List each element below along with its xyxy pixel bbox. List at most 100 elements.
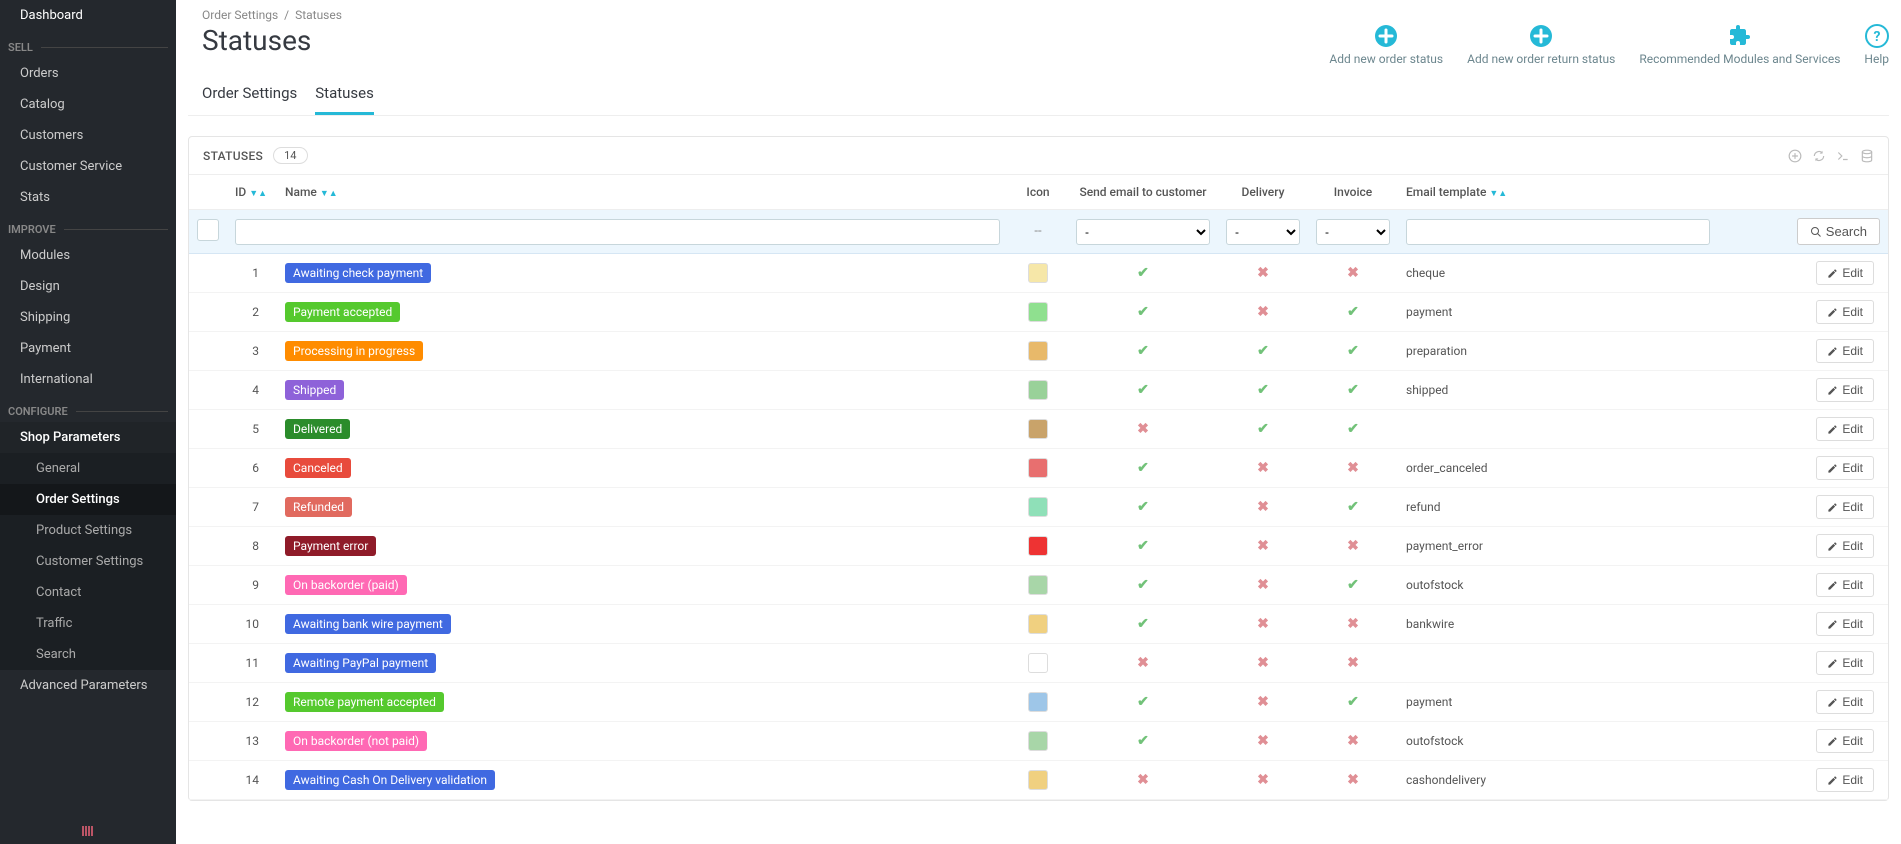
recommended-modules-button[interactable]: Recommended Modules and Services xyxy=(1639,24,1840,66)
database-icon[interactable] xyxy=(1860,149,1874,163)
check-icon[interactable]: ✔ xyxy=(1257,382,1269,398)
search-button[interactable]: Search xyxy=(1797,218,1880,245)
sidebar-item-advanced-parameters[interactable]: Advanced Parameters xyxy=(0,670,176,701)
tab-statuses[interactable]: Statuses xyxy=(315,74,374,115)
x-icon[interactable]: ✖ xyxy=(1347,616,1359,632)
check-icon[interactable]: ✔ xyxy=(1137,694,1149,710)
edit-button[interactable]: Edit xyxy=(1816,417,1874,441)
sidebar-sub-contact[interactable]: Contact xyxy=(0,577,176,608)
sidebar-item-customer-service[interactable]: Customer Service xyxy=(0,151,176,182)
edit-button[interactable]: Edit xyxy=(1816,261,1874,285)
check-icon[interactable]: ✔ xyxy=(1137,304,1149,320)
check-icon[interactable]: ✔ xyxy=(1137,343,1149,359)
sidebar-item-catalog[interactable]: Catalog xyxy=(0,89,176,120)
sidebar-item-orders[interactable]: Orders xyxy=(0,58,176,89)
plus-icon[interactable] xyxy=(1788,149,1802,163)
breadcrumb-parent[interactable]: Order Settings xyxy=(202,8,278,22)
check-icon[interactable]: ✔ xyxy=(1137,382,1149,398)
x-icon[interactable]: ✖ xyxy=(1137,655,1149,671)
x-icon[interactable]: ✖ xyxy=(1347,772,1359,788)
check-icon[interactable]: ✔ xyxy=(1137,616,1149,632)
sidebar-sub-order-settings[interactable]: Order Settings xyxy=(0,484,176,515)
edit-button[interactable]: Edit xyxy=(1816,378,1874,402)
add-new-order-status-button[interactable]: Add new order status xyxy=(1329,24,1443,66)
table-row[interactable]: 8 Payment error ✔ ✖ ✖ payment_error Edit xyxy=(189,527,1888,566)
x-icon[interactable]: ✖ xyxy=(1257,499,1269,515)
sidebar-item-customers[interactable]: Customers xyxy=(0,120,176,151)
x-icon[interactable]: ✖ xyxy=(1347,655,1359,671)
check-icon[interactable]: ✔ xyxy=(1347,343,1359,359)
x-icon[interactable]: ✖ xyxy=(1257,733,1269,749)
table-row[interactable]: 5 Delivered ✖ ✔ ✔ Edit xyxy=(189,410,1888,449)
check-icon[interactable]: ✔ xyxy=(1347,304,1359,320)
add-new-order-return-status-button[interactable]: Add new order return status xyxy=(1467,24,1615,66)
x-icon[interactable]: ✖ xyxy=(1347,538,1359,554)
table-row[interactable]: 1 Awaiting check payment ✔ ✖ ✖ cheque Ed… xyxy=(189,254,1888,293)
x-icon[interactable]: ✖ xyxy=(1257,577,1269,593)
sidebar-item-stats[interactable]: Stats xyxy=(0,182,176,213)
x-icon[interactable]: ✖ xyxy=(1347,460,1359,476)
help-button[interactable]: ? Help xyxy=(1864,24,1889,66)
edit-button[interactable]: Edit xyxy=(1816,573,1874,597)
filter-name-input[interactable] xyxy=(235,219,1000,245)
refresh-icon[interactable] xyxy=(1812,149,1826,163)
filter-template-input[interactable] xyxy=(1406,219,1710,245)
check-icon[interactable]: ✔ xyxy=(1137,577,1149,593)
col-id[interactable]: ID xyxy=(235,185,246,199)
tab-order-settings[interactable]: Order Settings xyxy=(202,74,297,115)
edit-button[interactable]: Edit xyxy=(1816,690,1874,714)
x-icon[interactable]: ✖ xyxy=(1347,265,1359,281)
check-icon[interactable]: ✔ xyxy=(1257,421,1269,437)
check-icon[interactable]: ✔ xyxy=(1137,538,1149,554)
edit-button[interactable]: Edit xyxy=(1816,651,1874,675)
table-row[interactable]: 7 Refunded ✔ ✖ ✔ refund Edit xyxy=(189,488,1888,527)
sidebar-sub-general[interactable]: General xyxy=(0,453,176,484)
x-icon[interactable]: ✖ xyxy=(1137,421,1149,437)
x-icon[interactable]: ✖ xyxy=(1257,538,1269,554)
check-icon[interactable]: ✔ xyxy=(1137,265,1149,281)
check-icon[interactable]: ✔ xyxy=(1347,421,1359,437)
edit-button[interactable]: Edit xyxy=(1816,339,1874,363)
sidebar-item-design[interactable]: Design xyxy=(0,271,176,302)
check-icon[interactable]: ✔ xyxy=(1137,499,1149,515)
x-icon[interactable]: ✖ xyxy=(1257,265,1269,281)
check-icon[interactable]: ✔ xyxy=(1257,343,1269,359)
col-name[interactable]: Name xyxy=(285,185,317,199)
sidebar-item-modules[interactable]: Modules xyxy=(0,240,176,271)
table-row[interactable]: 9 On backorder (paid) ✔ ✖ ✔ outofstock E… xyxy=(189,566,1888,605)
sidebar-item-international[interactable]: International xyxy=(0,364,176,395)
x-icon[interactable]: ✖ xyxy=(1257,460,1269,476)
check-icon[interactable]: ✔ xyxy=(1347,694,1359,710)
table-row[interactable]: 2 Payment accepted ✔ ✖ ✔ payment Edit xyxy=(189,293,1888,332)
x-icon[interactable]: ✖ xyxy=(1257,694,1269,710)
filter-delivery-select[interactable]: - xyxy=(1226,219,1300,245)
edit-button[interactable]: Edit xyxy=(1816,729,1874,753)
sidebar-item-shipping[interactable]: Shipping xyxy=(0,302,176,333)
x-icon[interactable]: ✖ xyxy=(1137,772,1149,788)
table-row[interactable]: 13 On backorder (not paid) ✔ ✖ ✖ outofst… xyxy=(189,722,1888,761)
table-row[interactable]: 10 Awaiting bank wire payment ✔ ✖ ✖ bank… xyxy=(189,605,1888,644)
x-icon[interactable]: ✖ xyxy=(1257,655,1269,671)
check-icon[interactable]: ✔ xyxy=(1137,460,1149,476)
table-row[interactable]: 14 Awaiting Cash On Delivery validation … xyxy=(189,761,1888,800)
sidebar-item-payment[interactable]: Payment xyxy=(0,333,176,364)
edit-button[interactable]: Edit xyxy=(1816,534,1874,558)
sidebar-item-dashboard[interactable]: Dashboard xyxy=(0,0,176,31)
col-email-template[interactable]: Email template xyxy=(1406,185,1486,199)
sidebar-sub-customer-settings[interactable]: Customer Settings xyxy=(0,546,176,577)
sidebar-sub-search[interactable]: Search xyxy=(0,639,176,670)
table-row[interactable]: 12 Remote payment accepted ✔ ✖ ✔ payment… xyxy=(189,683,1888,722)
sidebar-sub-traffic[interactable]: Traffic xyxy=(0,608,176,639)
edit-button[interactable]: Edit xyxy=(1816,612,1874,636)
edit-button[interactable]: Edit xyxy=(1816,300,1874,324)
table-row[interactable]: 4 Shipped ✔ ✔ ✔ shipped Edit xyxy=(189,371,1888,410)
filter-send-email-select[interactable]: - xyxy=(1076,219,1210,245)
table-row[interactable]: 3 Processing in progress ✔ ✔ ✔ preparati… xyxy=(189,332,1888,371)
check-icon[interactable]: ✔ xyxy=(1347,382,1359,398)
select-all-checkbox[interactable] xyxy=(197,219,219,241)
table-row[interactable]: 11 Awaiting PayPal payment ✖ ✖ ✖ Edit xyxy=(189,644,1888,683)
sidebar-item-shop-parameters[interactable]: Shop Parameters xyxy=(0,422,176,453)
check-icon[interactable]: ✔ xyxy=(1347,577,1359,593)
sidebar-sub-product-settings[interactable]: Product Settings xyxy=(0,515,176,546)
table-row[interactable]: 6 Canceled ✔ ✖ ✖ order_canceled Edit xyxy=(189,449,1888,488)
